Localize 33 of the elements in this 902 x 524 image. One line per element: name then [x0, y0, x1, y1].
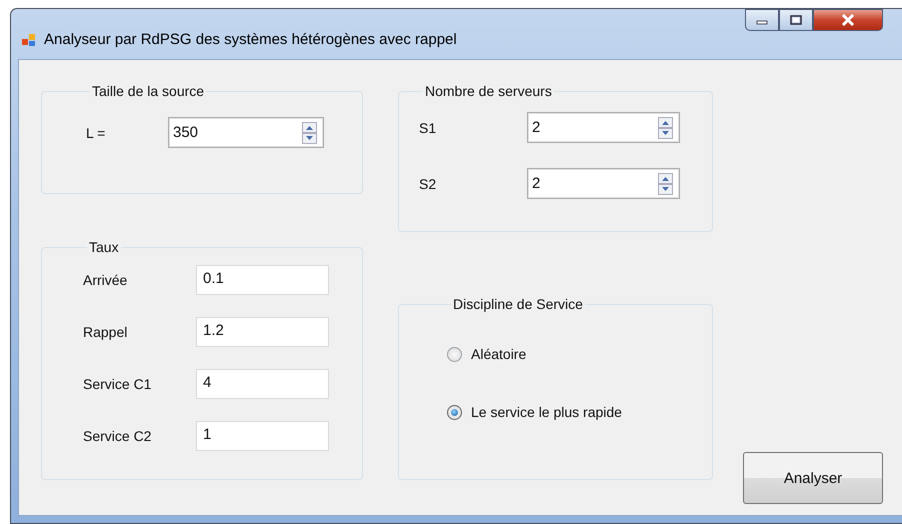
group-title: Discipline de Service	[452, 296, 584, 312]
spin-arrows-icon[interactable]	[658, 116, 673, 138]
radio-label[interactable]: Le service le plus rapide	[471, 404, 622, 420]
window-title: Analyseur par RdPSG des systèmes hétérogènes avec rappel	[44, 31, 457, 48]
radio-button[interactable]	[447, 346, 462, 362]
spin-arrows-icon[interactable]	[658, 172, 673, 194]
numeric-spin-field[interactable]: 2	[527, 112, 680, 143]
input-field[interactable]: 1.2	[196, 317, 329, 347]
field-label: Arrivée	[83, 272, 128, 288]
radio-button[interactable]	[447, 404, 462, 420]
input-field[interactable]: 4	[196, 369, 329, 399]
field-label: Rappel	[83, 324, 128, 340]
field-label: S1	[419, 120, 438, 136]
field-label: Service C1	[83, 376, 152, 392]
spin-arrows-icon[interactable]	[302, 122, 317, 144]
input-field[interactable]: 0.1	[196, 265, 329, 295]
maximize-button[interactable]	[779, 9, 813, 31]
input-field[interactable]: 1	[196, 421, 329, 451]
radio-label[interactable]: Aléatoire	[471, 346, 526, 362]
group-title: Taille de la source	[91, 83, 206, 99]
close-icon	[840, 14, 856, 26]
maximize-icon	[790, 15, 802, 25]
group-title: Taux	[88, 239, 120, 255]
numeric-spin-field[interactable]: 2	[527, 168, 680, 199]
minimize-button[interactable]	[745, 9, 779, 31]
group-title: Nombre de serveurs	[424, 83, 553, 99]
field-label: Service C2	[83, 428, 152, 444]
close-button[interactable]	[813, 9, 883, 31]
app-icon	[22, 33, 36, 47]
field-label: S2	[419, 176, 438, 192]
numeric-spin-field[interactable]: 350	[168, 117, 324, 148]
analyze-button[interactable]: Analyser	[743, 452, 883, 504]
field-label: L =	[86, 124, 106, 140]
